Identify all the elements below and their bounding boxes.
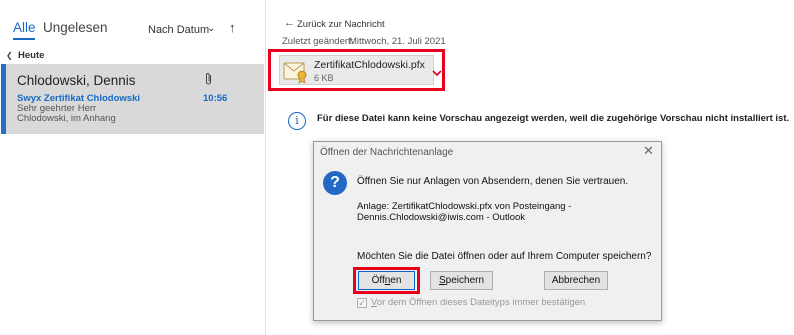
paperclip-icon [204,72,213,91]
dialog-question: Möchten Sie die Datei öffnen oder auf Ih… [357,251,652,262]
arrow-up-icon[interactable]: ↑ [229,20,236,35]
cancel-button[interactable]: Abbrechen [544,271,608,290]
open-button[interactable]: Öffnen [358,271,415,290]
back-to-message-link[interactable]: Zurück zur Nachricht [297,19,385,30]
message-preview: Sehr geehrter Herr Chlodowski, im Anhang [17,104,177,123]
open-label-suffix: en [390,275,402,286]
attachment-name: ZertifikatChlodowski.pfx [314,59,425,71]
attachment-size: 6 KB [314,73,334,83]
open-attachment-dialog [313,141,662,321]
modified-label: Zuletzt geändert: [282,36,354,47]
group-header-today[interactable]: Heute [18,50,44,61]
info-icon: i [288,112,306,130]
dialog-title: Öffnen der Nachrichtenanlage [320,147,454,158]
tab-unread[interactable]: Ungelesen [43,20,108,35]
back-arrow-icon[interactable]: ← [284,17,295,29]
selection-indicator [1,64,6,134]
close-icon[interactable]: ✕ [643,143,654,159]
chevron-down-icon[interactable]: ❮ [6,51,13,60]
save-button[interactable]: Speichern [430,271,493,290]
save-label-rest: peichern [445,275,485,286]
open-label-prefix: Öff [371,275,385,286]
certificate-file-icon [283,60,309,89]
message-time: 10:56 [203,93,228,104]
no-preview-message: Für diese Datei kann keine Vorschau ange… [317,113,790,124]
dialog-detail-line: Dennis.Chlodowski@iwis.com - Outlook [357,212,526,223]
checkbox-label-rest: or dem Öffnen dieses Dateityps immer bes… [376,297,586,308]
dialog-warning-message: Öffnen Sie nur Anlagen von Absendern, de… [357,176,629,187]
tab-all[interactable]: Alle [13,20,36,35]
always-confirm-checkbox[interactable]: ✓ [357,298,367,308]
message-preview-line: Chlodowski, im Anhang [17,112,116,124]
sort-by-button[interactable]: Nach Datum [148,24,209,36]
always-confirm-label[interactable]: Vor dem Öffnen dieses Dateityps immer be… [371,297,585,308]
dialog-attachment-detail: Anlage: ZertifikatChlodowski.pfx von Pos… [357,201,571,223]
modified-date: Mittwoch, 21. Juli 2021 [349,36,446,47]
question-icon: ? [323,171,347,195]
tab-active-indicator [13,38,35,40]
save-label-accelerator: S [438,275,446,286]
chevron-down-icon[interactable]: ⌄ [207,23,215,34]
message-sender: Chlodowski, Dennis [17,73,136,88]
chevron-down-icon[interactable] [432,64,442,82]
dialog-detail-line: Anlage: ZertifikatChlodowski.pfx von Pos… [357,201,572,212]
